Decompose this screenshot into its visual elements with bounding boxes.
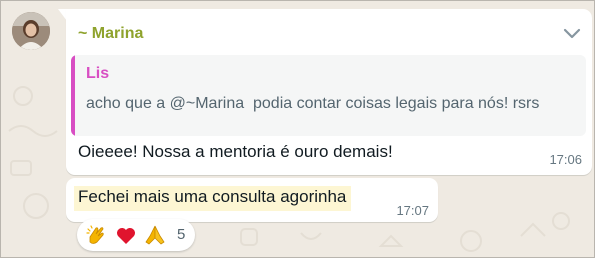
message-bubble[interactable]: ~ Marina Lis acho que a @~Marina podia c… bbox=[66, 9, 592, 175]
avatar[interactable] bbox=[12, 12, 50, 50]
quote-text: acho que a @~Marina podia contar coisas … bbox=[86, 95, 540, 112]
avatar-photo bbox=[12, 12, 50, 50]
sender-name[interactable]: ~ Marina bbox=[78, 25, 143, 43]
message-bubble[interactable]: Fechei mais uma consulta agorinha 17:07 bbox=[66, 178, 438, 222]
red-heart-icon bbox=[117, 228, 135, 244]
quote-author: Lis bbox=[86, 65, 110, 82]
message-text: Fechei mais uma consulta agorinha bbox=[74, 186, 352, 211]
folded-hands-icon bbox=[145, 225, 165, 245]
quoted-message[interactable]: Lis acho que a @~Marina podia contar coi… bbox=[71, 55, 586, 136]
clapping-hands-icon bbox=[86, 225, 104, 244]
quote-accent-bar bbox=[71, 55, 75, 136]
chevron-down-icon[interactable] bbox=[562, 26, 582, 40]
reaction-count: 5 bbox=[177, 226, 186, 243]
reactions-pill[interactable]: 5 bbox=[77, 219, 195, 251]
message-text: Oieeee! Nossa a mentoria é ouro demais! bbox=[78, 142, 393, 161]
message-time: 17:06 bbox=[549, 152, 582, 167]
message-time: 17:07 bbox=[396, 203, 429, 218]
